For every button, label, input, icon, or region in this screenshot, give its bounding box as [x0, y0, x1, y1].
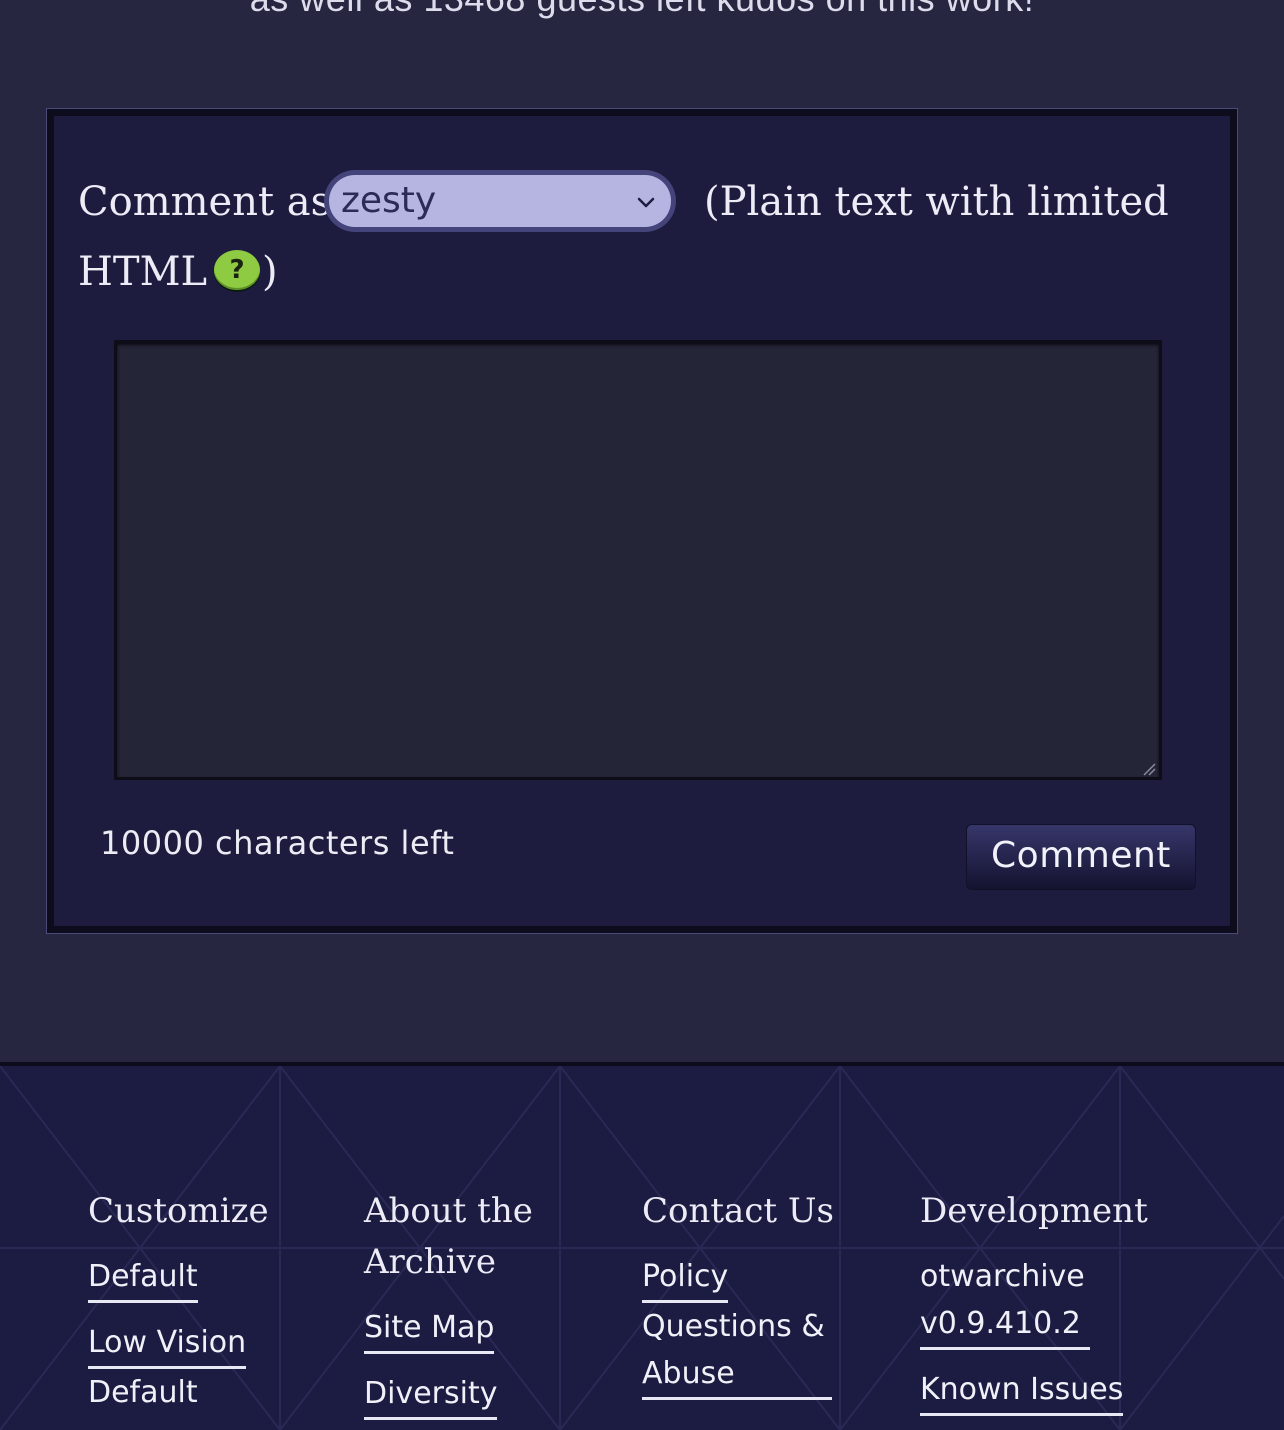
footer-link-questions-abuse[interactable]: Questions & Abuse — [642, 1303, 832, 1400]
footer-link-diversity[interactable]: Diversity — [364, 1370, 498, 1420]
comment-submit-button[interactable]: Comment — [966, 824, 1196, 890]
comment-form: Comment as zesty (Plain text with limite… — [46, 108, 1238, 934]
site-footer: Customize Default Low Vision Default Abo… — [0, 1062, 1284, 1430]
pseud-select-field[interactable]: zesty — [329, 175, 671, 227]
footer-column-development: Development otwarchive v0.9.410.2 Known … — [920, 1186, 1190, 1430]
kudos-summary-text: as well as 13468 guests left kudos on th… — [0, 0, 1284, 20]
footer-heading-contact: Contact Us — [642, 1191, 834, 1231]
comment-textarea[interactable] — [114, 340, 1162, 780]
footer-column-about: About the Archive Site Map Diversity — [364, 1186, 634, 1430]
footer-link-low-vision[interactable]: Low Vision — [88, 1319, 247, 1369]
footer-link-otwarchive-version[interactable]: otwarchive v0.9.410.2 — [920, 1253, 1090, 1350]
footer-link-known-issues[interactable]: Known Issues — [920, 1366, 1124, 1416]
footer-link-policy[interactable]: Policy — [642, 1253, 729, 1303]
footer-link-site-map[interactable]: Site Map — [364, 1304, 495, 1354]
footer-link-low-vision-default[interactable]: Default — [88, 1369, 198, 1416]
characters-left-counter: 10000 characters left — [100, 824, 455, 862]
comment-form-inner: Comment as zesty (Plain text with limite… — [54, 116, 1230, 926]
chevron-down-icon — [637, 197, 655, 208]
closing-parenthesis: ) — [262, 249, 278, 295]
resize-handle-icon[interactable] — [1142, 762, 1156, 776]
pseud-select-value: zesty — [341, 180, 437, 221]
footer-column-customize: Customize Default Low Vision Default — [88, 1186, 358, 1430]
footer-column-contact: Contact Us Policy Questions & Abuse — [642, 1186, 912, 1416]
plain-text-note: (Plain text with limited — [704, 179, 1169, 225]
html-label: HTML — [78, 249, 208, 295]
pseud-select[interactable]: zesty — [324, 170, 676, 232]
help-icon[interactable]: ? — [214, 250, 260, 290]
footer-link-default[interactable]: Default — [88, 1253, 198, 1303]
comment-as-label: Comment as — [78, 179, 332, 225]
footer-heading-about: About the Archive — [364, 1191, 533, 1282]
footer-heading-development: Development — [920, 1191, 1148, 1231]
footer-heading-customize: Customize — [88, 1191, 269, 1231]
